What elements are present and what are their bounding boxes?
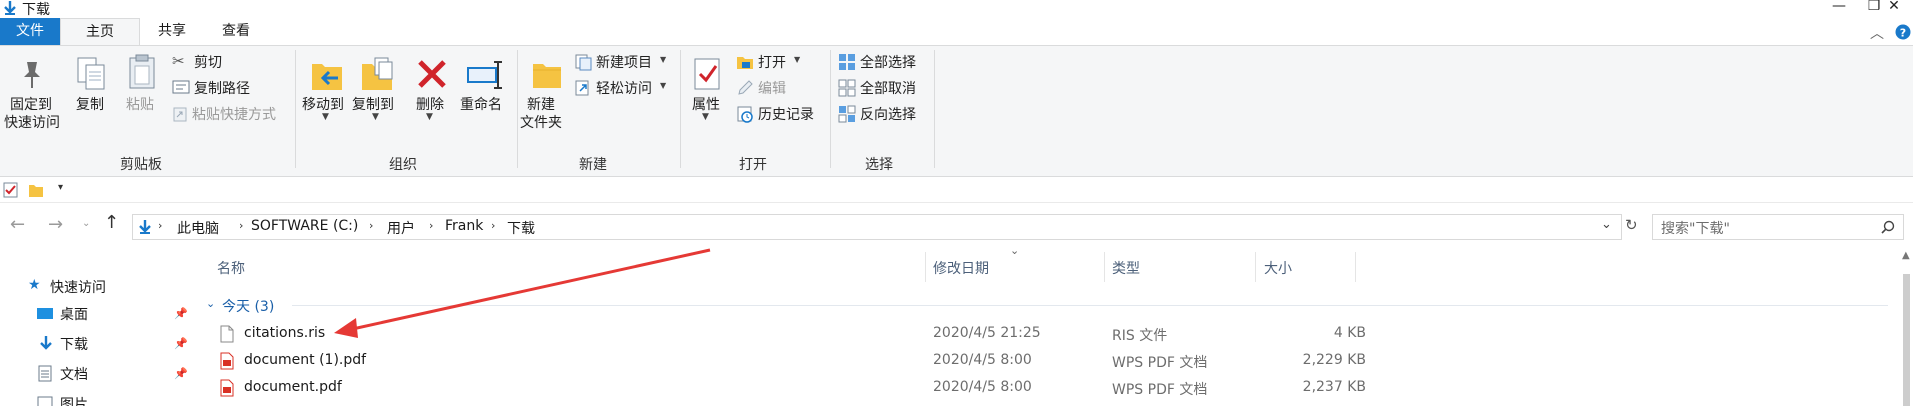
annotation-arrow bbox=[334, 248, 711, 338]
